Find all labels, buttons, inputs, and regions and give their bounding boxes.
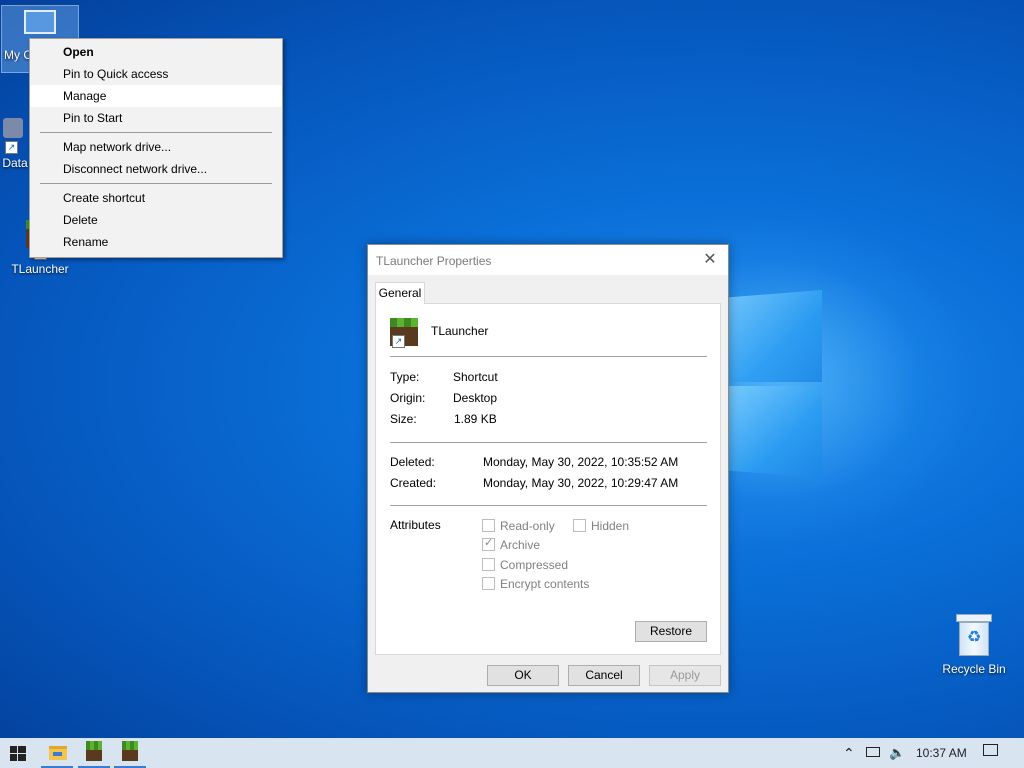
menu-item-create-shortcut[interactable]: Create shortcut: [30, 187, 282, 209]
menu-separator: [40, 132, 272, 133]
desktop-icon-data[interactable]: ↗ Data: [0, 112, 30, 170]
archive-checkbox[interactable]: Archive: [482, 536, 541, 552]
compressed-checkbox[interactable]: Compressed: [482, 558, 568, 572]
archive-label: Archive: [500, 538, 541, 552]
wallpaper-pane: [728, 386, 822, 478]
desktop-icon-label: Data: [2, 156, 28, 170]
taskbar-file-explorer[interactable]: [37, 738, 77, 768]
taskbar-tlauncher[interactable]: [110, 738, 150, 768]
checkbox-box: [482, 558, 495, 571]
taskbar: ⌃ 🔈 10:37 AM: [0, 738, 1024, 768]
compressed-label: Compressed: [500, 558, 569, 572]
restore-button[interactable]: Restore: [635, 621, 707, 642]
checkbox-box: [573, 519, 586, 532]
hidden-label: Hidden: [591, 519, 630, 533]
origin-value: Desktop: [453, 391, 498, 405]
desktop-icon-label: Recycle Bin: [942, 662, 1006, 676]
hidden-checkbox[interactable]: Hidden: [573, 519, 629, 533]
wallpaper-pane: [728, 290, 822, 382]
menu-item-pin-quick-access[interactable]: Pin to Quick access: [30, 63, 282, 85]
tlauncher-icon: [122, 741, 138, 761]
checkbox-box: [482, 577, 495, 590]
menu-item-map-network-drive[interactable]: Map network drive...: [30, 136, 282, 158]
menu-item-pin-to-start[interactable]: Pin to Start: [30, 107, 282, 129]
windows-start-icon: [10, 746, 26, 761]
size-value: 1.89 KB: [454, 412, 497, 426]
menu-separator: [40, 183, 272, 184]
folder-shortcut-icon: ↗: [3, 118, 27, 154]
attributes-label: Attributes: [390, 518, 441, 532]
type-label: Type:: [390, 370, 420, 384]
shortcut-arrow-icon: ↗: [392, 335, 405, 348]
menu-item-open[interactable]: Open: [30, 41, 282, 63]
checkbox-box-checked: [482, 536, 495, 551]
context-menu: Open Pin to Quick access Manage Pin to S…: [29, 38, 283, 258]
encrypt-checkbox[interactable]: Encrypt contents: [482, 577, 589, 591]
volume-icon[interactable]: 🔈: [889, 745, 905, 761]
start-button[interactable]: [0, 738, 40, 768]
read-only-checkbox[interactable]: Read-only: [482, 519, 555, 533]
divider: [390, 442, 707, 443]
apply-button[interactable]: Apply: [649, 665, 721, 686]
chevron-up-icon[interactable]: ⌃: [843, 745, 855, 762]
encrypt-label: Encrypt contents: [500, 577, 590, 591]
created-label: Created:: [390, 476, 437, 490]
ok-button[interactable]: OK: [487, 665, 559, 686]
dialog-title-bar[interactable]: TLauncher Properties ✕: [368, 245, 728, 275]
recycle-bin-icon: ♻: [955, 614, 993, 660]
desktop-icon-recycle-bin[interactable]: ♻ Recycle Bin: [936, 610, 1012, 676]
tlauncher-icon: ↗: [390, 318, 420, 348]
network-icon[interactable]: [866, 745, 880, 757]
close-icon[interactable]: ✕: [700, 250, 720, 270]
origin-label: Origin:: [390, 391, 426, 405]
tab-general[interactable]: General: [375, 282, 425, 304]
properties-dialog: TLauncher Properties ✕ General ↗ TLaunch…: [367, 244, 729, 693]
menu-item-manage[interactable]: Manage: [30, 85, 282, 107]
checkbox-box: [482, 519, 495, 532]
file-name: TLauncher: [431, 324, 489, 338]
dialog-title: TLauncher Properties: [376, 254, 492, 268]
menu-item-rename[interactable]: Rename: [30, 231, 282, 253]
clock[interactable]: 10:37 AM: [916, 746, 967, 760]
notifications-icon[interactable]: [983, 744, 998, 756]
menu-item-delete[interactable]: Delete: [30, 209, 282, 231]
shortcut-arrow-icon: ↗: [5, 141, 18, 154]
desktop-icon-label: TLauncher: [11, 262, 69, 276]
deleted-value: Monday, May 30, 2022, 10:35:52 AM: [483, 455, 679, 469]
type-value: Shortcut: [453, 370, 498, 384]
file-explorer-icon: [49, 746, 67, 760]
cancel-button[interactable]: Cancel: [568, 665, 640, 686]
read-only-label: Read-only: [500, 519, 555, 533]
tlauncher-icon: [86, 741, 102, 761]
divider: [390, 505, 707, 506]
general-tab-panel: ↗ TLauncher Type: Shortcut Origin: Deskt…: [375, 303, 721, 655]
deleted-label: Deleted:: [390, 455, 435, 469]
created-value: Monday, May 30, 2022, 10:29:47 AM: [483, 476, 679, 490]
taskbar-tlauncher[interactable]: [74, 738, 114, 768]
divider: [390, 356, 707, 357]
menu-item-disconnect-network-drive[interactable]: Disconnect network drive...: [30, 158, 282, 180]
size-label: Size:: [390, 412, 417, 426]
